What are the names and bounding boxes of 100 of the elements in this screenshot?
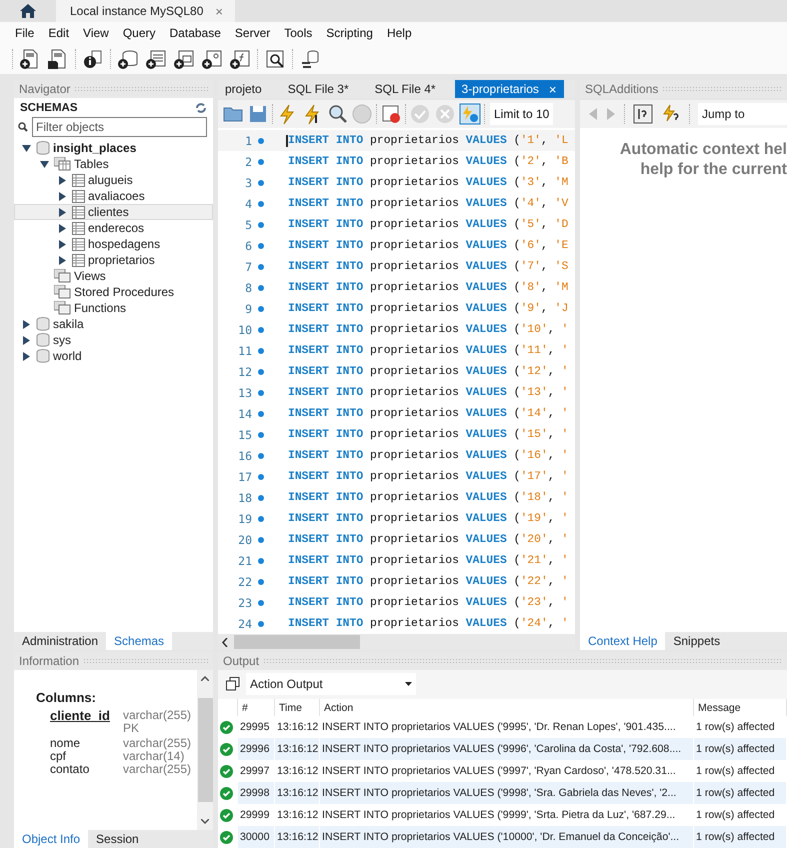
toolbar-button[interactable] [173, 48, 195, 70]
folder-stack-icon [54, 285, 71, 299]
expanded-arrow-icon[interactable] [22, 144, 30, 152]
toolbar-button[interactable] [145, 48, 167, 70]
output-type-dropdown[interactable]: Action Output [246, 673, 416, 696]
collapsed-arrow-icon[interactable] [58, 240, 66, 248]
line-number: 22 [237, 574, 252, 588]
tree-item[interactable]: avaliacoes [14, 188, 213, 204]
code-line: INSERT INTO proprietarios VALUES ('5', 'D [287, 218, 568, 230]
menu-item[interactable]: Database [162, 24, 228, 42]
tree-item[interactable]: hospedagens [14, 236, 213, 252]
filter-field[interactable]: Filter objects [32, 117, 207, 137]
folder-stack-icon [54, 269, 71, 283]
statement-dot-icon [258, 348, 264, 354]
help-text: help for the current [639, 160, 787, 180]
database-icon [36, 333, 50, 347]
code-line: INSERT INTO proprietarios VALUES ('7', 'S [287, 260, 568, 272]
database-icon [36, 141, 50, 155]
close-button[interactable]: × [215, 4, 223, 18]
toolbar-button[interactable] [117, 48, 139, 70]
collapsed-arrow-icon[interactable] [22, 352, 30, 360]
dropdown-caret-icon [405, 682, 412, 686]
line-number: 6 [244, 238, 252, 252]
tree-item[interactable]: sys [14, 332, 213, 348]
menu-item[interactable]: Edit [41, 24, 76, 42]
line-number: 11 [237, 344, 252, 358]
collapsed-arrow-icon[interactable] [58, 208, 66, 216]
table-icon [72, 222, 85, 234]
info-icon [82, 48, 104, 70]
code-line: INSERT INTO proprietarios VALUES ('1', 'L [286, 134, 568, 146]
collapsed-arrow-icon[interactable] [22, 336, 30, 344]
menu-item[interactable]: File [8, 24, 42, 42]
menu-item[interactable]: Server [228, 24, 278, 42]
tree-item[interactable]: insight_places [14, 140, 213, 156]
table-cell: 1 row(s) affected [694, 738, 787, 760]
tree-item[interactable]: Functions [14, 300, 213, 316]
tree-item[interactable]: sakila [14, 316, 213, 332]
search-table-icon [264, 48, 286, 70]
code-line: INSERT INTO proprietarios VALUES ('8', 'M [287, 282, 568, 294]
panel-tab[interactable]: Schemas [106, 632, 172, 650]
copy-icon [226, 677, 240, 692]
menu-item[interactable]: Tools [277, 24, 320, 42]
tree-item[interactable]: world [14, 348, 213, 364]
tree-item[interactable]: Views [14, 268, 213, 284]
column-type: varchar(255) [123, 737, 192, 750]
function-plus-icon [229, 48, 251, 70]
statement-dot-icon [258, 558, 264, 564]
tree-item[interactable]: clientes [14, 204, 213, 220]
line-number: 8 [244, 280, 252, 294]
toolbar-button[interactable] [201, 48, 223, 70]
panel-tab[interactable]: Context Help [580, 632, 666, 650]
refresh-icon[interactable] [195, 102, 207, 114]
toolbar-button[interactable] [264, 48, 286, 70]
jump-to-field[interactable]: Jump to [698, 103, 787, 125]
collapsed-arrow-icon[interactable] [58, 256, 66, 264]
section-title: SCHEMAS [20, 102, 78, 114]
toolbar-button[interactable] [229, 48, 251, 70]
save-icon [247, 103, 269, 125]
menu-item[interactable]: Help [380, 24, 419, 42]
statement-dot-icon [258, 620, 264, 626]
table-cell: INSERT INTO proprietarios VALUES ('10000', 'Dr. Emanuel da Conceição'... [320, 826, 694, 848]
toolbar-button[interactable] [299, 48, 321, 70]
connection-tab[interactable]: Local instance MySQL80 × [56, 0, 235, 22]
collapsed-arrow-icon[interactable] [58, 176, 66, 184]
table-icon [72, 174, 85, 186]
column-name: contato [50, 763, 90, 776]
check-icon [409, 103, 431, 125]
statement-dot-icon [258, 516, 264, 522]
code-line: INSERT INTO proprietarios VALUES ('10', ' [287, 324, 568, 336]
tree-item[interactable]: enderecos [14, 220, 213, 236]
code-line: INSERT INTO proprietarios VALUES ('22', ' [287, 576, 568, 588]
menu-item[interactable]: Scripting [319, 24, 380, 42]
close-button[interactable]: × [548, 82, 557, 96]
tree-item[interactable]: proprietarios [14, 252, 213, 268]
collapsed-arrow-icon[interactable] [22, 320, 30, 328]
vertical-scrollbar[interactable] [197, 670, 213, 830]
panel-tab[interactable]: Object Info [14, 830, 88, 848]
table-cell: 13:16:12 [275, 782, 320, 804]
editor-tab[interactable]: 3-proprietarios × [454, 80, 564, 98]
menu-item[interactable]: Query [116, 24, 163, 42]
tree-item[interactable]: Stored Procedures [14, 284, 213, 300]
code-line: INSERT INTO proprietarios VALUES ('14', ' [287, 408, 568, 420]
toolbar-button[interactable] [82, 48, 104, 70]
collapsed-arrow-icon[interactable] [58, 224, 66, 232]
limit-dropdown[interactable]: Limit to 10 [490, 103, 554, 125]
line-number: 15 [237, 428, 252, 442]
column-type: varchar(255) [123, 763, 192, 776]
line-number: 13 [237, 386, 252, 400]
collapsed-arrow-icon[interactable] [58, 192, 66, 200]
menu-item[interactable]: View [76, 24, 116, 42]
line-number: 20 [237, 532, 252, 546]
line-number: 19 [237, 512, 252, 526]
expanded-arrow-icon[interactable] [40, 160, 48, 168]
tree-item[interactable]: alugueis [14, 172, 213, 188]
database-icon [36, 317, 50, 331]
table-cell: INSERT INTO proprietarios VALUES ('9996', 'Carolina da Costa', '792.608.... [320, 738, 694, 760]
table-cell: 1 row(s) affected [694, 826, 787, 848]
table-cell: 30000 [238, 826, 275, 848]
statement-dot-icon [258, 390, 264, 396]
tree-item[interactable]: Tables [14, 156, 213, 172]
